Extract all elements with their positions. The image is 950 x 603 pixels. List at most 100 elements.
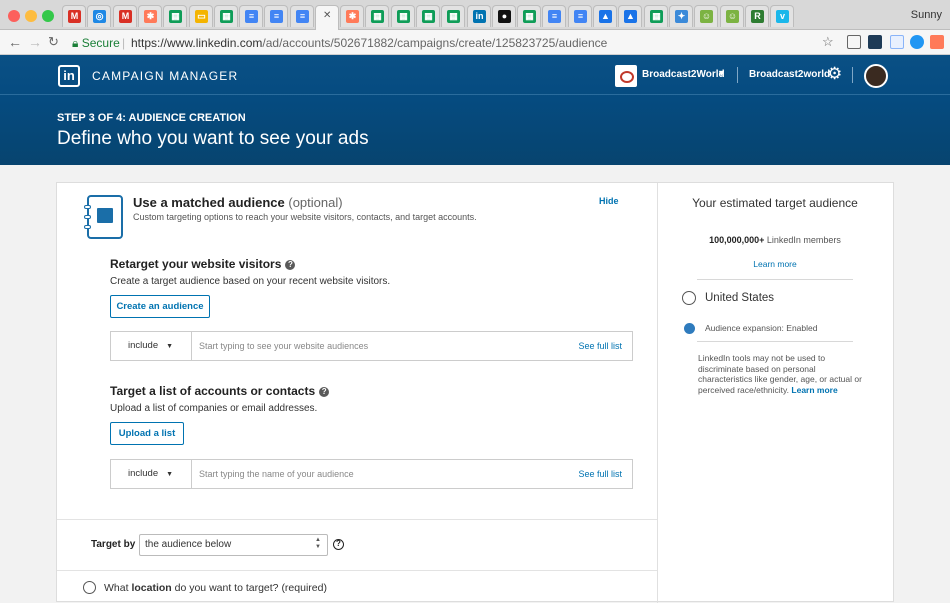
browser-tab-bar: M ◎ M ✱ ▦ ▭ ▦ ≡ ≡ ≡ ✱ ▦ ▦ ▦ ▦ in ● ▦ ≡ ≡ ▲ ▲ ▦ ✦ ☺ ☺ Rv ✕ Sunny [0,0,950,30]
browser-tab[interactable]: ≡ [264,5,288,27]
globe-icon [83,581,96,594]
estimate-count-value: 100,000,000+ [709,235,765,245]
browser-tab[interactable]: ≡ [542,5,566,27]
browser-tab[interactable]: ▦ [365,5,389,27]
browser-tab[interactable]: ▦ [517,5,541,27]
target-by-label: Target by [91,539,136,550]
browser-tab[interactable]: ☺ [694,5,718,27]
retarget-section-title: Retarget your website visitors? [110,257,296,271]
profile-name[interactable]: Sunny [911,9,942,21]
forward-icon[interactable]: → [28,34,42,50]
browser-tab[interactable]: M [113,5,137,27]
browser-tab[interactable]: ▦ [391,5,415,27]
nav-divider [737,67,738,83]
browser-tab[interactable]: ▭ [189,5,213,27]
linkedin-logo-icon[interactable]: in [58,65,80,87]
maximize-window-icon[interactable] [42,10,54,22]
browser-tab[interactable]: ☺ [720,5,744,27]
close-tab-icon[interactable]: ✕ [323,10,331,21]
extension-n-icon[interactable] [868,35,882,49]
target-by-select[interactable]: the audience below ▲ ▼ [139,534,328,556]
matched-audience-subtitle: Custom targeting options to reach your w… [133,212,477,222]
browser-tab[interactable]: ✱ [138,5,162,27]
disclaimer-learn-more-link[interactable]: Learn more [791,385,837,395]
browser-tab[interactable]: ≡ [568,5,592,27]
browser-tab[interactable]: ▦ [163,5,187,27]
retarget-title-text: Retarget your website visitors [110,257,282,271]
vimeo-icon: v [776,10,789,23]
include-select[interactable]: include ▼ [111,332,192,360]
browser-tab[interactable]: ▦ [644,5,668,27]
cast-icon[interactable] [847,35,861,49]
browser-tab[interactable]: ≡ [290,5,314,27]
target-icon: ◎ [93,10,106,23]
browser-tab[interactable]: ≡ [239,5,263,27]
browser-tab[interactable]: ✱ [340,5,364,27]
audience-name-input[interactable]: Start typing the name of your audience [199,460,354,488]
android-icon: ☺ [726,10,739,23]
see-full-list-link[interactable]: See full list [578,460,622,488]
browser-tab[interactable]: ◎ [87,5,111,27]
url-separator: | [122,36,126,50]
account-logo-icon[interactable] [615,65,637,87]
account-name-link[interactable]: Broadcast2world [749,69,830,80]
hubspot-extension-icon[interactable] [930,35,944,49]
location-question[interactable]: What location do you want to target? (re… [104,582,327,594]
matched-audience-title: Use a matched audience (optional) [133,195,343,210]
browser-tab[interactable]: R [745,5,769,27]
reload-icon[interactable]: ↻ [48,34,59,50]
accounts-description: Upload a list of companies or email addr… [110,403,318,414]
help-icon[interactable]: ? [333,539,344,550]
browser-tab[interactable]: ✦ [669,5,693,27]
avatar[interactable] [864,64,888,88]
browser-tab[interactable]: ▲ [618,5,642,27]
select-arrows-icon: ▲ ▼ [315,537,321,550]
browser-tab[interactable]: ▦ [441,5,465,27]
globe-icon [682,291,696,305]
browser-tab[interactable]: ▦ [214,5,238,27]
learn-more-link[interactable]: Learn more [667,259,883,269]
estimate-divider [697,279,853,280]
retarget-description: Create a target audience based on your r… [110,276,391,287]
docs-icon: ≡ [574,10,587,23]
address-book-icon [84,195,123,239]
url-field[interactable]: https://www.linkedin.com/ad/accounts/502… [131,36,607,50]
sheets-icon: ▦ [523,10,536,23]
audience-card: Use a matched audience (optional) Custom… [56,182,894,603]
secure-indicator[interactable]: 🔒︎ Secure [72,36,120,51]
upload-list-button[interactable]: Upload a list [110,422,184,445]
include-select[interactable]: include ▼ [111,460,192,488]
campaign-manager-header: in CAMPAIGN MANAGER Broadcast2World ▼ Br… [0,55,950,165]
website-audience-input[interactable]: Start typing to see your website audienc… [199,332,368,360]
sheets-icon: ▦ [422,10,435,23]
bookmark-star-icon[interactable]: ☆ [822,34,834,50]
account-switcher[interactable]: Broadcast2World [642,69,725,80]
browser-tab[interactable]: ▦ [416,5,440,27]
browser-tab[interactable]: M [62,5,86,27]
linkedin-icon: in [473,10,486,23]
help-icon[interactable]: ? [285,260,296,270]
discrimination-disclaimer: LinkedIn tools may not be used to discri… [698,353,866,395]
hide-link[interactable]: Hide [599,196,619,206]
extension-blue-icon[interactable] [910,35,924,49]
gear-icon[interactable]: ⚙ [827,65,842,83]
browser-tab[interactable]: ● [492,5,516,27]
docs-icon: ≡ [548,10,561,23]
target-by-value: the audience below [145,539,232,550]
create-audience-button[interactable]: Create an audience [110,295,210,318]
back-icon[interactable]: ← [8,34,22,50]
browser-tab[interactable]: v [770,5,794,27]
browser-tab[interactable]: ▲ [593,5,617,27]
extension-arrow-icon[interactable] [890,35,904,49]
help-icon[interactable]: ? [319,387,330,397]
close-window-icon[interactable] [8,10,20,22]
retarget-input-row: include ▼ Start typing to see your websit… [110,331,633,361]
adwords-icon: ▲ [599,10,612,23]
see-full-list-link[interactable]: See full list [578,332,622,360]
browser-tab-active[interactable]: ✕ [315,5,339,30]
estimate-count: 100,000,000+ LinkedIn members [667,235,883,245]
gmail-icon: M [119,10,132,23]
browser-tab[interactable]: in [467,5,491,27]
chevron-down-icon[interactable]: ▼ [717,68,726,78]
minimize-window-icon[interactable] [25,10,37,22]
